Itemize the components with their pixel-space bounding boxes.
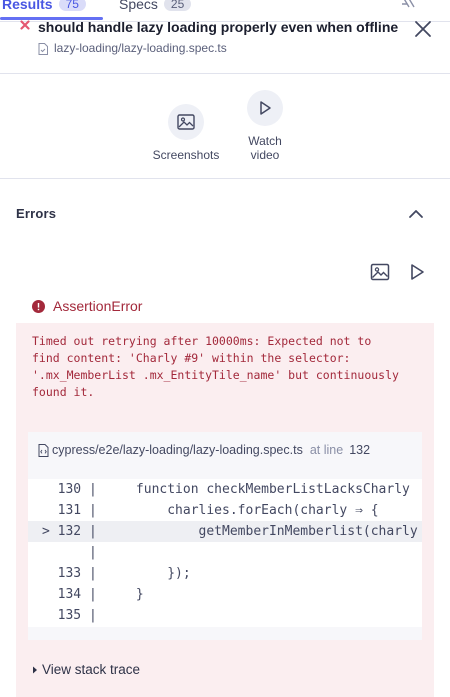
test-title: should handle lazy loading properly even…: [38, 19, 399, 35]
file-code-icon: [38, 443, 49, 457]
code-lines: 130 | function checkMemberListLacksCharl…: [28, 479, 422, 627]
watch-video-button[interactable]: Watch video: [244, 90, 286, 162]
failed-x-icon: [20, 20, 30, 30]
code-file-at-line: at line: [309, 443, 344, 457]
code-line: 130 | function checkMemberListLacksCharl…: [42, 482, 410, 497]
code-file-link[interactable]: cypress/e2e/lazy-loading/lazy-loading.sp…: [38, 442, 370, 458]
errors-section-header[interactable]: Errors: [0, 180, 450, 240]
code-line-highlighted: > 132 | getMemberInMemberlist(charly: [28, 521, 422, 542]
results-count-badge: 75: [58, 0, 86, 11]
error-screenshot-icon[interactable]: [370, 262, 390, 282]
close-button[interactable]: [412, 18, 434, 40]
tab-results-label: Results: [2, 0, 53, 12]
code-file-path: cypress/e2e/lazy-loading/lazy-loading.sp…: [52, 443, 303, 457]
error-alert-icon: [32, 299, 45, 313]
view-stack-trace-toggle[interactable]: View stack trace: [32, 662, 140, 677]
test-header: should handle lazy loading properly even…: [0, 14, 450, 74]
spec-file-link[interactable]: lazy-loading/lazy-loading.spec.ts: [54, 41, 227, 55]
caret-right-icon: [33, 666, 37, 673]
close-icon: [415, 21, 431, 37]
error-box: Timed out retrying after 10000ms: Expect…: [16, 323, 434, 697]
translate-icon[interactable]: [401, 0, 417, 9]
code-line: |: [42, 545, 97, 560]
error-play-icon[interactable]: [408, 262, 426, 282]
error-type-row: AssertionError: [32, 297, 142, 315]
document-icon: [38, 43, 48, 55]
tab-specs-label: Specs: [119, 0, 158, 12]
screenshots-label: Screenshots: [152, 148, 220, 162]
specs-count-badge: 25: [163, 0, 192, 11]
errors-title: Errors: [16, 206, 57, 221]
tab-specs[interactable]: Specs 25: [119, 0, 192, 14]
screenshots-button[interactable]: Screenshots: [150, 104, 222, 162]
watch-video-label-line1: Watch: [248, 134, 282, 148]
artifacts-section: Screenshots Watch video: [0, 74, 450, 179]
code-line: 135 |: [42, 608, 97, 623]
code-line: 131 | charlies.forEach(charly ⇒ {: [42, 503, 379, 518]
error-type: AssertionError: [53, 298, 143, 314]
video-icon-circle: [247, 90, 283, 126]
tab-results[interactable]: Results 75: [2, 0, 86, 14]
chevron-up-icon[interactable]: [407, 205, 425, 223]
code-frame: cypress/e2e/lazy-loading/lazy-loading.sp…: [28, 432, 422, 640]
play-icon: [260, 101, 271, 115]
code-line: 134 | }: [42, 587, 144, 602]
code-file-line-number: 132: [349, 443, 371, 457]
view-stack-trace-label: View stack trace: [42, 662, 141, 677]
image-icon: [177, 114, 195, 130]
watch-video-label-line2: video: [250, 148, 280, 162]
watch-video-label: Watch video: [248, 134, 282, 162]
code-line: 133 | });: [42, 566, 191, 581]
screenshots-icon-circle: [168, 104, 204, 140]
error-message: Timed out retrying after 10000ms: Expect…: [32, 334, 399, 399]
